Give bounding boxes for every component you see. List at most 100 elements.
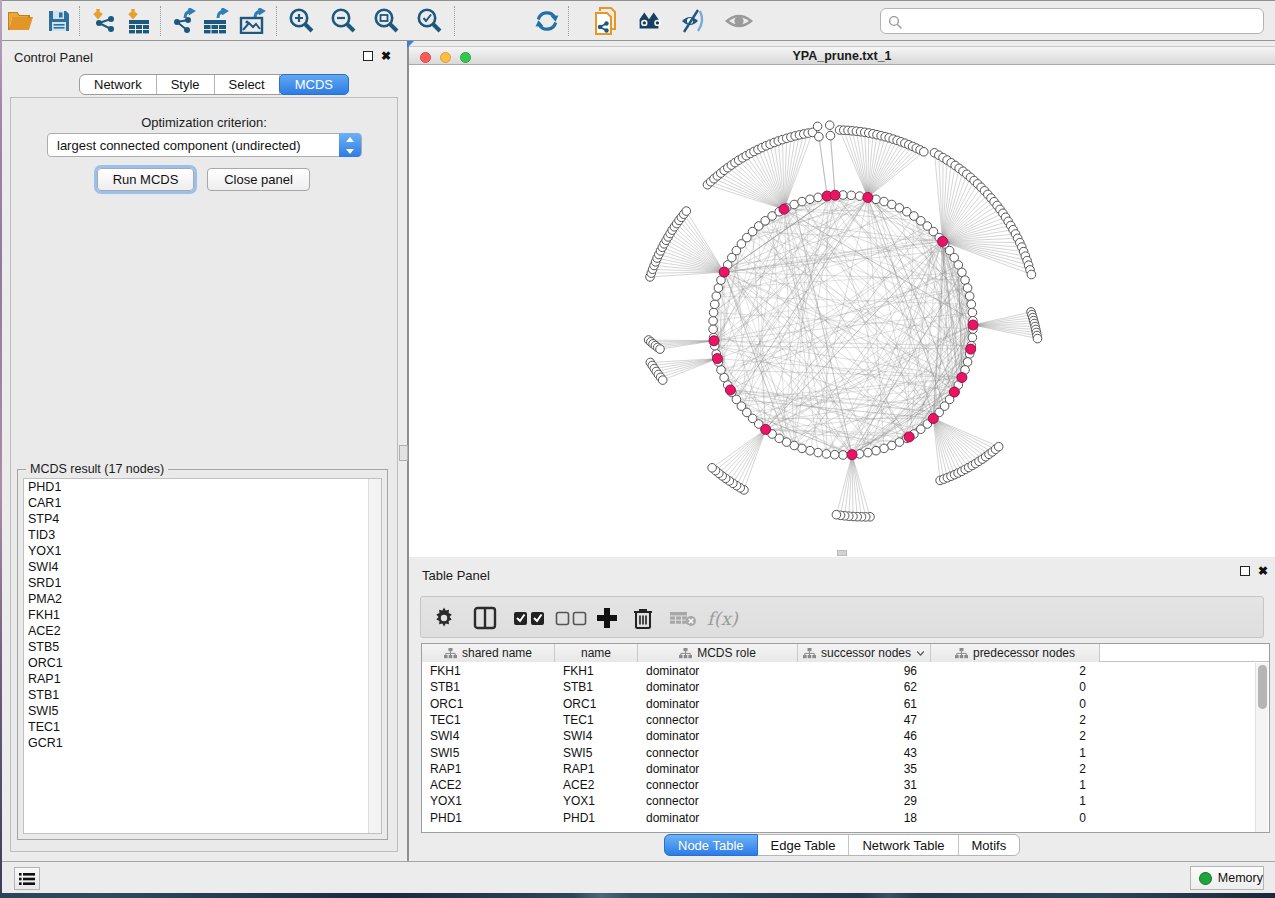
zoom-out-icon[interactable] [328, 7, 358, 35]
hide-details-icon[interactable] [678, 7, 708, 35]
splitter-collapse-handle-horizontal[interactable] [837, 550, 847, 556]
column-header-MCDS-role[interactable]: MCDS role [638, 644, 798, 662]
open-folder-icon[interactable] [6, 7, 36, 35]
table-row[interactable]: ORC1ORC1dominator610 [422, 696, 1269, 712]
share-document-icon[interactable] [592, 7, 622, 35]
result-scrollbar[interactable] [368, 479, 381, 833]
toolbar-separator [454, 6, 455, 36]
network-window-titlebar[interactable]: YPA_prune.txt_1 [409, 46, 1275, 65]
result-node[interactable]: PHD1 [24, 479, 381, 495]
import-table-icon[interactable] [124, 7, 154, 35]
export-network-icon[interactable] [170, 7, 200, 35]
table-row[interactable]: SWI4SWI4dominator462 [422, 728, 1269, 744]
show-columns-icon[interactable] [473, 604, 497, 632]
result-node[interactable]: STP4 [24, 511, 381, 527]
cell: dominator [646, 810, 792, 826]
mcds-result-list[interactable]: PHD1CAR1STP4TID3YOX1SWI4SRD1PMA2FKH1ACE2… [23, 478, 382, 834]
cell: 46 [798, 728, 917, 744]
result-node[interactable]: ACE2 [24, 623, 381, 639]
cell: connector [646, 777, 792, 793]
table-scrollbar[interactable] [1255, 663, 1268, 833]
table-row[interactable]: FKH1FKH1dominator962 [422, 663, 1269, 679]
result-node[interactable]: SWI4 [24, 559, 381, 575]
tab-network-table[interactable]: Network Table [849, 835, 958, 855]
tab-mcds[interactable]: MCDS [279, 74, 349, 95]
criterion-dropdown[interactable]: largest connected component (undirected) [47, 133, 362, 157]
task-history-button[interactable] [14, 867, 40, 890]
table-settings-icon[interactable] [433, 604, 455, 632]
search-network-icon[interactable] [634, 7, 664, 35]
result-node[interactable]: FKH1 [24, 607, 381, 623]
table-row[interactable]: ACE2ACE2connector311 [422, 777, 1269, 793]
result-node[interactable]: STB5 [24, 639, 381, 655]
tab-motifs[interactable]: Motifs [959, 835, 1020, 855]
tab-select[interactable]: Select [215, 75, 280, 94]
zoom-fit-icon[interactable] [371, 7, 401, 35]
result-node[interactable]: ORC1 [24, 655, 381, 671]
table-row[interactable]: SWI5SWI5connector431 [422, 745, 1269, 761]
close-table-panel-icon[interactable]: ✖ [1258, 564, 1268, 578]
cell: ORC1 [430, 696, 549, 712]
result-node[interactable]: TID3 [24, 527, 381, 543]
column-header-name[interactable]: name [555, 644, 638, 662]
tab-style[interactable]: Style [157, 75, 215, 94]
export-table-icon[interactable] [202, 7, 232, 35]
cell: RAP1 [430, 761, 549, 777]
zoom-in-icon[interactable] [286, 7, 316, 35]
table-row[interactable]: YOX1YOX1connector291 [422, 793, 1269, 809]
cell: 2 [931, 712, 1086, 728]
result-node[interactable]: STB1 [24, 687, 381, 703]
tab-node-table[interactable]: Node Table [664, 834, 758, 856]
table-row[interactable]: STB1STB1dominator620 [422, 679, 1269, 695]
result-node[interactable]: TEC1 [24, 719, 381, 735]
result-node[interactable]: GCR1 [24, 735, 381, 751]
table-row[interactable]: RAP1RAP1dominator352 [422, 761, 1269, 777]
result-node[interactable]: SRD1 [24, 575, 381, 591]
cytoscape-window: Control Panel ✖ NetworkStyleSelectMCDS O… [2, 0, 1275, 892]
table-row[interactable]: TEC1TEC1connector472 [422, 712, 1269, 728]
cell: SWI4 [563, 728, 632, 744]
memory-button[interactable]: Memory [1190, 866, 1264, 890]
node-table[interactable]: shared namenameMCDS rolesuccessor nodesp… [421, 643, 1270, 833]
cell: FKH1 [430, 663, 549, 679]
column-header-predecessor-nodes[interactable]: predecessor nodes [931, 644, 1100, 662]
show-details-icon[interactable] [724, 7, 754, 35]
close-panel-button[interactable]: Close panel [207, 168, 310, 191]
delete-table-icon[interactable] [669, 604, 697, 632]
table-scrollbar-thumb[interactable] [1258, 665, 1267, 709]
table-row[interactable]: PHD1PHD1dominator180 [422, 810, 1269, 826]
search-input[interactable] [880, 8, 1264, 34]
save-icon[interactable] [44, 7, 74, 35]
export-image-icon[interactable] [239, 7, 269, 35]
result-node[interactable]: SWI5 [24, 703, 381, 719]
float-table-panel-icon[interactable] [1240, 566, 1250, 576]
select-all-icon[interactable] [513, 604, 547, 632]
network-canvas[interactable] [409, 65, 1275, 557]
node-table-header: shared namenameMCDS rolesuccessor nodesp… [422, 644, 1269, 662]
cell: connector [646, 793, 792, 809]
add-column-icon[interactable] [595, 604, 619, 632]
close-panel-icon[interactable]: ✖ [381, 49, 391, 63]
float-panel-icon[interactable] [363, 51, 373, 61]
column-header-shared-name[interactable]: shared name [422, 644, 555, 662]
cell: dominator [646, 761, 792, 777]
result-node[interactable]: CAR1 [24, 495, 381, 511]
result-node[interactable]: PMA2 [24, 591, 381, 607]
table-panel-tabs: Node TableEdge TableNetwork TableMotifs [664, 834, 1020, 856]
splitter-collapse-handle[interactable] [399, 445, 408, 461]
cell: 43 [798, 745, 917, 761]
function-builder-icon[interactable]: f(x) [707, 604, 738, 632]
cell: connector [646, 712, 792, 728]
run-mcds-button[interactable]: Run MCDS [97, 168, 194, 191]
tab-network[interactable]: Network [80, 75, 157, 94]
tab-edge-table[interactable]: Edge Table [758, 835, 850, 855]
delete-column-icon[interactable] [633, 604, 653, 632]
import-network-icon[interactable] [90, 7, 120, 35]
cell: 96 [798, 663, 917, 679]
result-node[interactable]: RAP1 [24, 671, 381, 687]
zoom-selected-icon[interactable] [414, 7, 444, 35]
refresh-icon[interactable] [532, 7, 562, 35]
deselect-all-icon[interactable] [555, 604, 589, 632]
column-header-successor-nodes[interactable]: successor nodes [798, 644, 931, 662]
result-node[interactable]: YOX1 [24, 543, 381, 559]
